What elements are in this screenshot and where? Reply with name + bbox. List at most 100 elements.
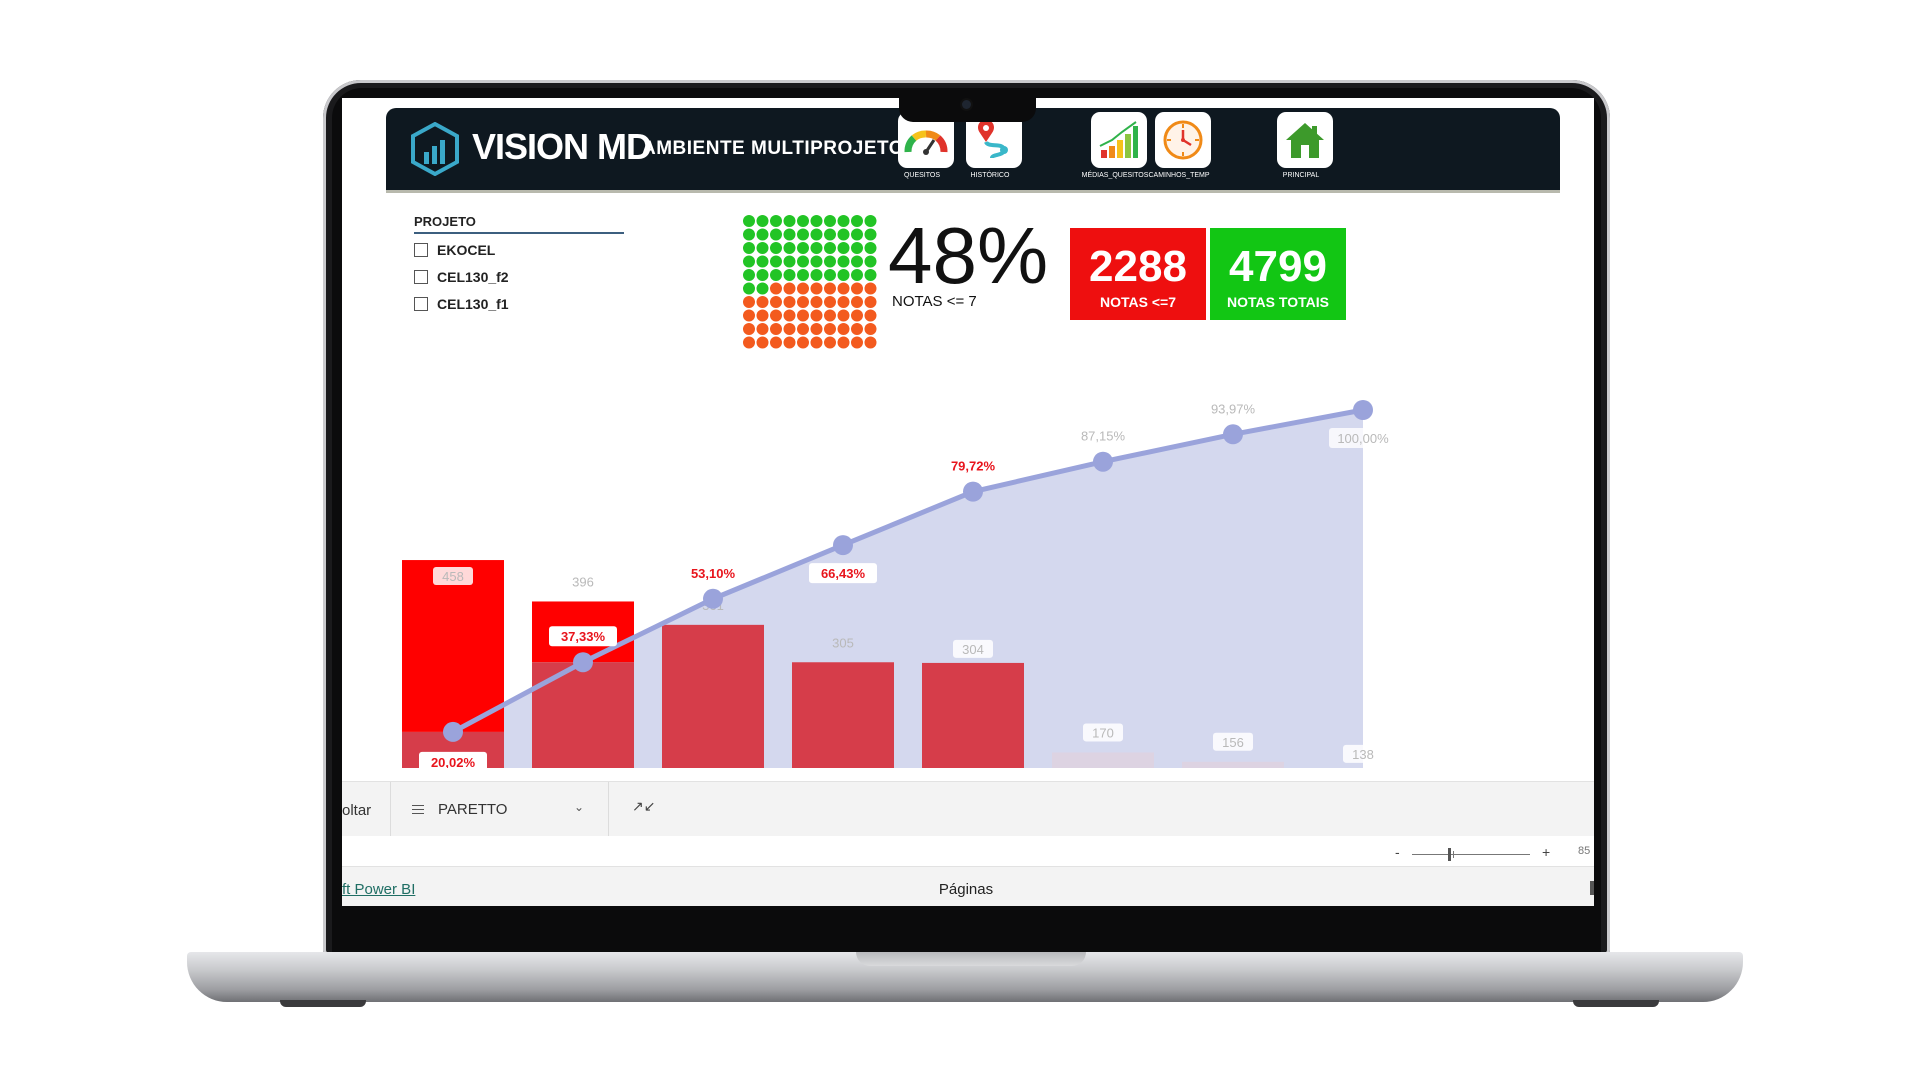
page-selector-label: PARETTO <box>438 800 508 818</box>
camera-notch <box>899 90 1036 122</box>
zoom-in-button[interactable]: + <box>1542 844 1550 860</box>
waffle-dot <box>743 282 755 295</box>
waffle-dot <box>851 242 863 254</box>
waffle-dot <box>783 269 796 281</box>
divider <box>390 782 391 837</box>
waffle-dot <box>743 242 755 254</box>
waffle-dot <box>837 215 850 227</box>
cumulative-point[interactable] <box>703 588 723 609</box>
slicer-item-ekocel[interactable]: EKOCEL <box>414 242 495 258</box>
percent-label: 20,02% <box>431 755 476 768</box>
pages-label[interactable]: Páginas <box>939 881 993 898</box>
back-button[interactable]: oltar <box>342 802 371 819</box>
waffle-dot <box>743 309 755 322</box>
waffle-dot <box>824 296 836 308</box>
divider <box>608 782 609 837</box>
bar[interactable] <box>1182 761 1284 768</box>
waffle-dot <box>864 215 877 227</box>
nav-caminhos-temp-label: CAMINHOS_TEMP <box>1148 172 1210 179</box>
waffle-dot <box>851 282 863 295</box>
slicer-item-cel130-f1[interactable]: CEL130_f1 <box>414 296 509 312</box>
waffle-dot <box>797 282 809 295</box>
list-icon <box>412 802 424 817</box>
bar[interactable] <box>1052 752 1154 768</box>
kpi-card-notas-totais: 4799 NOTAS TOTAIS <box>1210 228 1346 320</box>
waffle-dot <box>824 282 836 295</box>
zoom-slider-track[interactable] <box>1412 854 1530 855</box>
waffle-dot <box>824 309 836 322</box>
waffle-dot <box>851 269 863 281</box>
waffle-dot <box>743 228 755 241</box>
value-label: 138 <box>1352 747 1374 762</box>
waffle-dot <box>837 242 850 254</box>
cumulative-point[interactable] <box>963 481 983 502</box>
waffle-dot <box>824 228 836 241</box>
waffle-dot <box>824 323 836 335</box>
waffle-dot <box>824 255 836 268</box>
power-bi-link[interactable]: ft Power BI <box>342 881 415 898</box>
waffle-dot <box>810 269 823 281</box>
waffle-dot <box>797 255 809 268</box>
waffle-dot <box>810 323 823 335</box>
cumulative-point[interactable] <box>573 652 593 673</box>
percent-label: 37,33% <box>561 629 606 644</box>
waffle-dot <box>770 242 782 254</box>
value-label: 458 <box>442 569 464 584</box>
waffle-dot <box>810 242 823 254</box>
waffle-dot <box>810 282 823 295</box>
checkbox[interactable] <box>414 270 428 284</box>
waffle-dot <box>810 215 823 227</box>
percent-label: 100,00% <box>1337 431 1389 446</box>
checkbox[interactable] <box>414 297 428 311</box>
checkbox[interactable] <box>414 243 428 257</box>
laptop-groove <box>856 952 1086 966</box>
waffle-dot <box>783 309 796 322</box>
waffle-dot <box>797 296 809 308</box>
waffle-dot <box>810 255 823 268</box>
waffle-dot <box>756 228 769 241</box>
waffle-dot <box>756 215 769 227</box>
map-pin-route-icon <box>978 120 1008 159</box>
nav-medias-quesitos-button[interactable] <box>1091 112 1147 168</box>
bar[interactable] <box>792 662 894 768</box>
waffle-dot <box>756 296 769 308</box>
bar[interactable] <box>922 662 1024 768</box>
kpi-card-label: NOTAS <=7 <box>1100 294 1176 310</box>
waffle-dot <box>864 269 877 281</box>
kpi-card-notas-baixas: 2288 NOTAS <=7 <box>1070 228 1206 320</box>
waffle-dot <box>770 296 782 308</box>
page-selector[interactable]: PARETTO ⌄ <box>412 794 584 824</box>
nav-principal-button[interactable] <box>1277 112 1333 168</box>
home-icon <box>1286 123 1324 158</box>
cumulative-point[interactable] <box>833 535 853 556</box>
waffle-dot <box>756 255 769 268</box>
nav-historico-label: HISTÓRICO <box>970 172 1010 179</box>
zoom-out-button[interactable]: - <box>1395 844 1400 860</box>
report-footer: ft Power BI Páginas <box>342 866 1594 906</box>
waffle-dot <box>770 215 782 227</box>
nav-caminhos-temp-button[interactable] <box>1155 112 1211 168</box>
projeto-slicer-title: PROJETO <box>414 214 624 234</box>
waffle-dot <box>837 269 850 281</box>
slicer-item-cel130-f2[interactable]: CEL130_f2 <box>414 269 509 285</box>
waffle-dot <box>783 255 796 268</box>
waffle-dot <box>837 296 850 308</box>
waffle-dot <box>824 215 836 227</box>
waffle-dot <box>743 255 755 268</box>
cumulative-point[interactable] <box>1353 400 1373 420</box>
percent-label: 87,15% <box>1081 429 1126 444</box>
clock-icon <box>1163 120 1203 160</box>
zoom-slider-tick <box>1453 851 1454 858</box>
waffle-dot <box>810 296 823 308</box>
zoom-slider-thumb[interactable] <box>1448 848 1451 861</box>
nav-principal-label: PRINCIPAL <box>1282 172 1320 179</box>
kpi-card-value: 4799 <box>1229 242 1327 291</box>
cumulative-point[interactable] <box>1093 451 1113 472</box>
cumulative-point[interactable] <box>1223 424 1243 445</box>
waffle-dot <box>770 255 782 268</box>
laptop-foot-left <box>280 1000 366 1007</box>
bar[interactable] <box>662 624 764 768</box>
waffle-dot <box>797 228 809 241</box>
collapse-icon[interactable]: ↗↙ <box>632 798 655 815</box>
cumulative-point[interactable] <box>443 721 463 742</box>
